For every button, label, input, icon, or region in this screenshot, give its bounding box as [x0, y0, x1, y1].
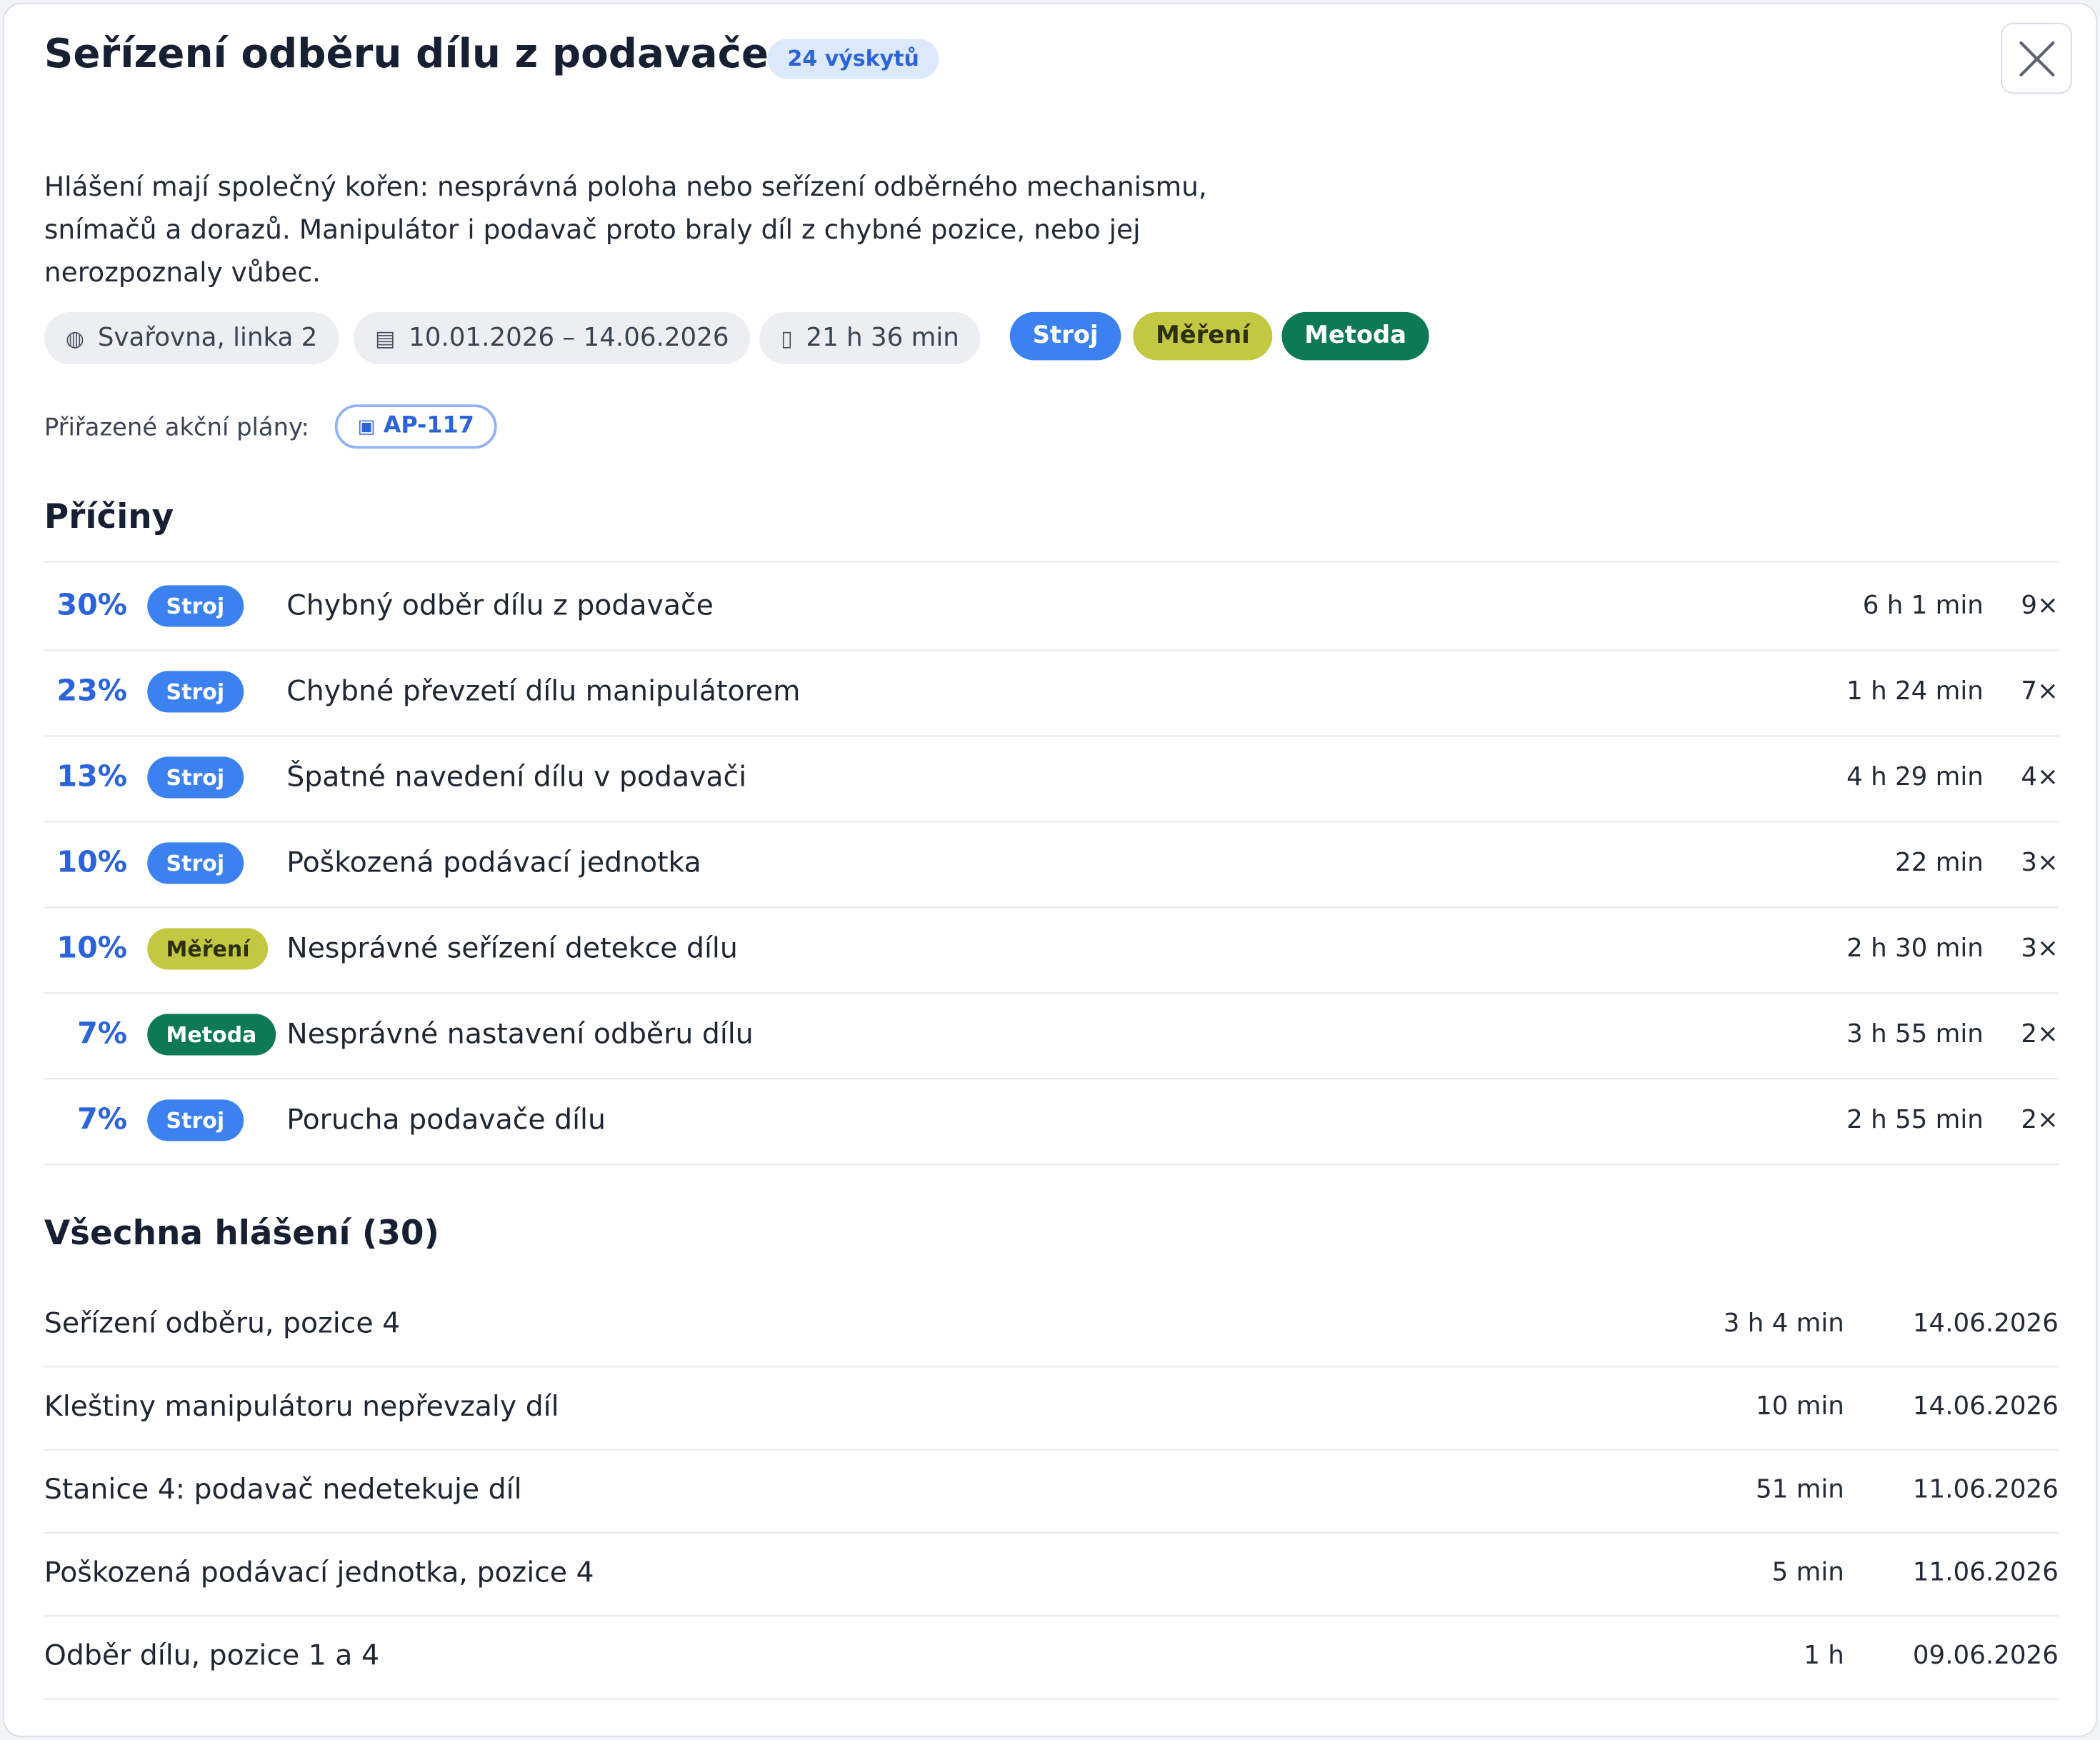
cause-row[interactable]: 23% Stroj Chybné převzetí dílu manipulátor… [44, 649, 2059, 735]
cause-category-tag: Stroj [147, 842, 244, 884]
divider [44, 1698, 2059, 1700]
action-plan-link[interactable]: ▣ AP-117 [334, 404, 497, 449]
cause-row[interactable]: 10% Měření Nesprávné seřízení detekce dílu… [44, 906, 2059, 992]
cause-row[interactable]: 30% Stroj Chybný odběr dílu z podavače 6 h … [44, 564, 2059, 649]
root-cause-description: Hlášení mají společný kořen: nesprávná p… [44, 170, 1207, 289]
cause-count: 9× [2021, 590, 2059, 621]
report-date: 09.06.2026 [1912, 1640, 2059, 1671]
cause-name: Poškozená podávací jednotka [286, 846, 701, 879]
report-name: Kleštiny manipulátoru nepřevzaly díl [44, 1390, 559, 1423]
dialog-title: Seřízení odběru dílu z podavače [44, 31, 769, 78]
report-duration: 1 h [1804, 1640, 1844, 1671]
action-plans-label: Přiřazené akční plány: [44, 414, 309, 442]
cause-percent: 7% [77, 1104, 128, 1137]
cause-percent: 23% [56, 675, 128, 709]
cause-duration: 3 h 55 min [1846, 1019, 1984, 1049]
cause-count: 4× [2021, 761, 2059, 792]
cause-percent: 10% [56, 932, 128, 966]
calendar-icon: ▤ [375, 325, 396, 351]
report-name: Stanice 4: podavač nedetekuje díl [44, 1473, 522, 1506]
cause-duration: 1 h 24 min [1846, 676, 1984, 706]
causes-heading: Příčiny [44, 496, 174, 536]
report-duration: 3 h 4 min [1723, 1308, 1844, 1339]
report-name: Poškozená podávací jednotka, pozice 4 [44, 1556, 594, 1589]
detail-dialog: Seřízení odběru dílu z podavače 24 výsky… [2, 2, 2098, 1737]
location-chip: ◍ Svařovna, linka 2 [44, 311, 339, 364]
cause-count: 3× [2021, 847, 2059, 878]
report-row[interactable]: Odběr dílu, pozice 1 a 4 1 h 09.06.2026 [44, 1615, 2059, 1698]
cause-name: Chybné převzetí dílu manipulátorem [286, 675, 801, 707]
cause-row[interactable]: 7% Stroj Porucha podavače dílu 2 h 55 min 2× [44, 1078, 2059, 1164]
report-date: 11.06.2026 [1912, 1474, 2059, 1504]
duration-text: 21 h 36 min [806, 322, 959, 353]
cause-percent: 13% [56, 761, 128, 794]
cause-duration: 2 h 55 min [1846, 1104, 1984, 1135]
cause-duration: 4 h 29 min [1846, 761, 1984, 792]
date-range-chip: ▤ 10.01.2026 – 14.06.2026 [354, 311, 751, 364]
report-row[interactable]: Stanice 4: podavač nedetekuje díl 51 min 1… [44, 1449, 2059, 1532]
action-plan-id: AP-117 [383, 412, 474, 440]
category-tag-metoda: Metoda [1281, 311, 1429, 361]
divider [44, 561, 2059, 563]
cause-row[interactable]: 13% Stroj Špatné navedení dílu v podavači 4… [44, 735, 2059, 821]
cause-count: 3× [2021, 933, 2059, 964]
cause-percent: 10% [56, 846, 128, 880]
category-tag-stroj: Stroj [1009, 311, 1121, 361]
report-date: 14.06.2026 [1912, 1308, 2059, 1339]
report-date: 11.06.2026 [1912, 1557, 2059, 1587]
duration-chip: ▯ 21 h 36 min [759, 311, 981, 364]
cause-name: Špatné navedení dílu v podavači [286, 761, 747, 793]
cause-name: Nesprávné seřízení detekce dílu [286, 932, 738, 964]
report-name: Seřízení odběru, pozice 4 [44, 1307, 401, 1339]
date-range-text: 10.01.2026 – 14.06.2026 [409, 322, 729, 353]
location-icon: ◍ [65, 325, 85, 351]
report-date: 14.06.2026 [1912, 1391, 2059, 1421]
report-duration: 51 min [1756, 1474, 1844, 1504]
location-text: Svařovna, linka 2 [97, 322, 318, 353]
cause-name: Nesprávné nastavení odběru dílu [286, 1018, 754, 1050]
cause-row[interactable]: 10% Stroj Poškozená podávací jednotka 22 mi… [44, 821, 2059, 906]
cause-count: 7× [2021, 676, 2059, 706]
cause-name: Chybný odběr dílu z podavače [286, 589, 714, 621]
report-row[interactable]: Kleštiny manipulátoru nepřevzaly díl 10 m… [44, 1366, 2059, 1449]
cause-count: 2× [2021, 1104, 2059, 1135]
cause-name: Porucha podavače dílu [286, 1104, 606, 1136]
report-duration: 10 min [1756, 1391, 1844, 1421]
cause-category-tag: Metoda [147, 1014, 276, 1056]
cause-category-tag: Stroj [147, 1099, 244, 1141]
report-row[interactable]: Poškozená podávací jednotka, pozice 4 5 m… [44, 1532, 2059, 1615]
reports-heading: Všechna hlášení (30) [44, 1213, 439, 1253]
cause-row[interactable]: 7% Metoda Nesprávné nastavení odběru dílu 3… [44, 992, 2059, 1078]
action-plan-icon: ▣ [357, 416, 376, 439]
category-tag-mereni: Měření [1133, 311, 1273, 361]
divider [44, 1164, 2059, 1166]
cause-percent: 30% [56, 589, 128, 623]
close-button[interactable] [2001, 22, 2072, 94]
clock-icon: ▯ [781, 325, 793, 351]
report-name: Odběr dílu, pozice 1 a 4 [44, 1639, 380, 1671]
cause-count: 2× [2021, 1019, 2059, 1049]
occurrences-badge: 24 výskytů [767, 39, 939, 79]
cause-category-tag: Stroj [147, 671, 244, 713]
cause-duration: 6 h 1 min [1862, 590, 1984, 621]
cause-category-tag: Stroj [147, 585, 244, 627]
cause-category-tag: Měření [147, 928, 269, 970]
close-icon [2019, 41, 2055, 77]
cause-duration: 22 min [1895, 847, 1984, 878]
cause-category-tag: Stroj [147, 756, 244, 799]
report-duration: 5 min [1771, 1557, 1844, 1587]
report-row[interactable]: Seřízení odběru, pozice 4 3 h 4 min 14.06.… [44, 1283, 2059, 1366]
cause-duration: 2 h 30 min [1846, 933, 1984, 964]
cause-percent: 7% [77, 1018, 128, 1051]
